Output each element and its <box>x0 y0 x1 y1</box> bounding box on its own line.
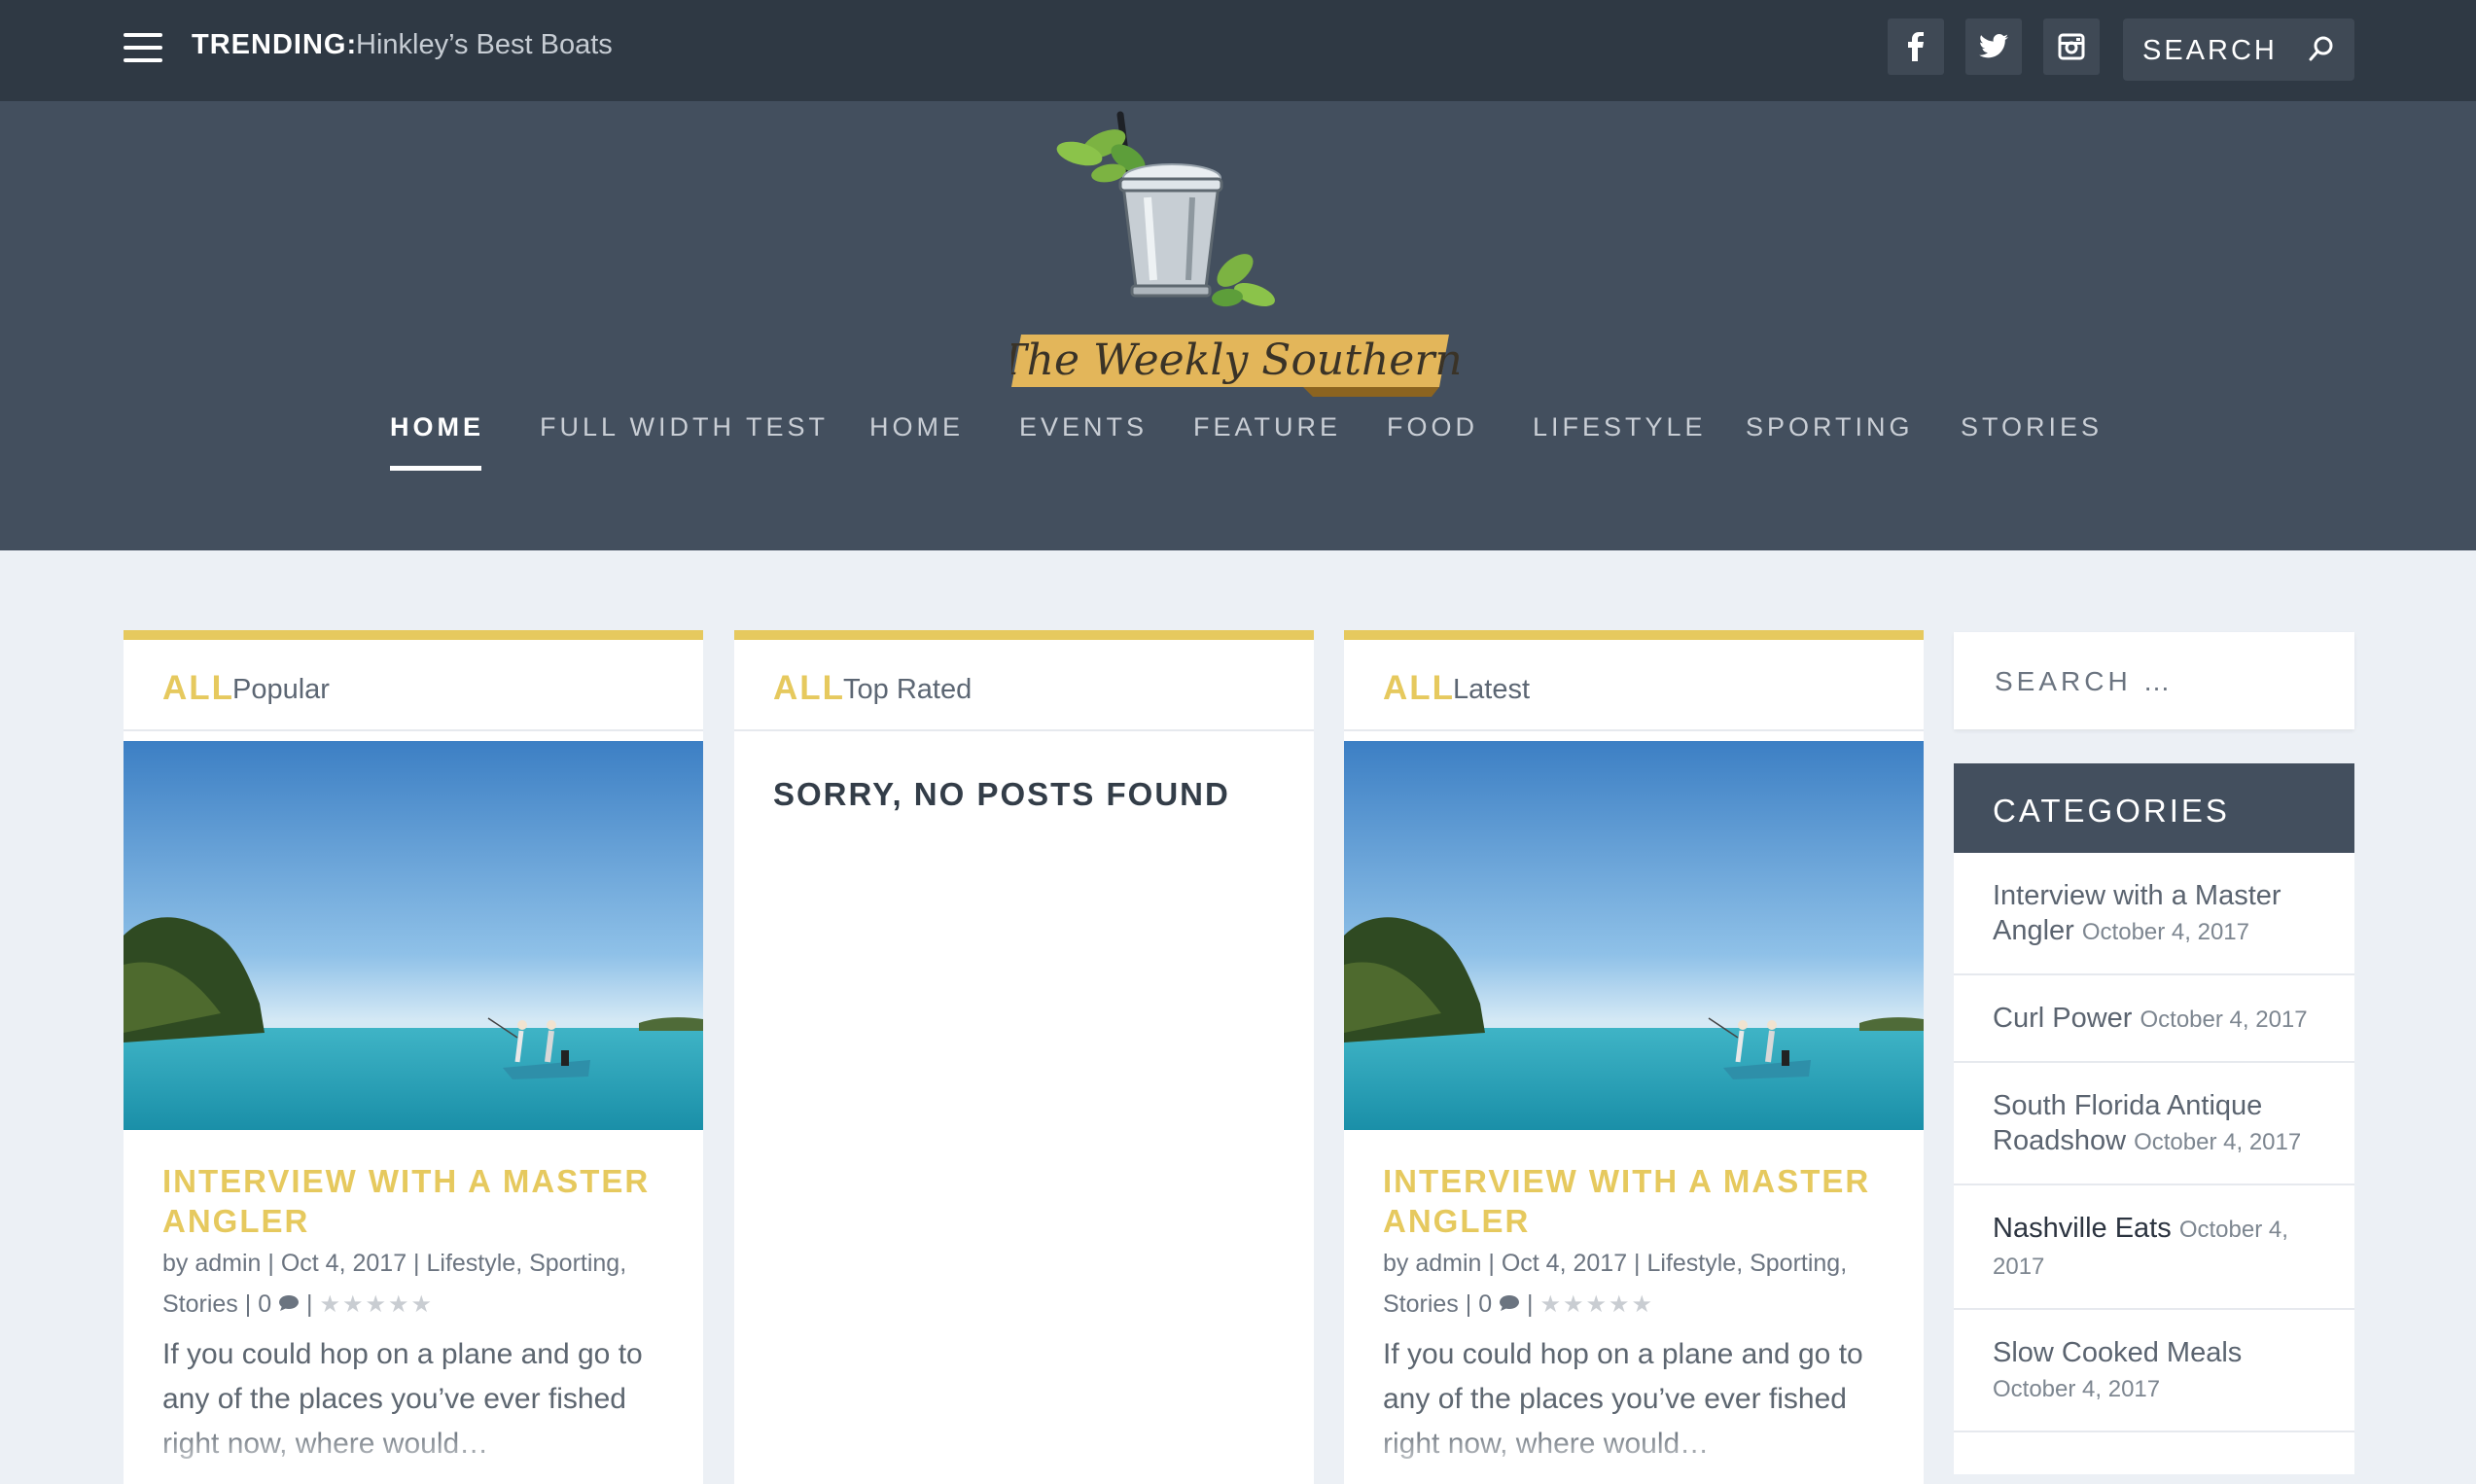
nav-active-indicator <box>390 466 481 471</box>
nav-item-food[interactable]: FOOD <box>1387 412 1478 442</box>
list-item-title[interactable]: Slow Cooked Meals <box>1993 1337 2242 1368</box>
list-item[interactable]: Interview with a Master Angler October 4… <box>1954 853 2354 975</box>
list-item-date: October 4, 2017 <box>2134 1129 2302 1155</box>
card-all-label[interactable]: ALL <box>1383 669 1455 708</box>
trending-link[interactable]: Hinkley’s Best Boats <box>356 29 613 61</box>
list-item-date: October 4, 2017 <box>1993 1376 2161 1402</box>
comment-icon <box>278 1290 306 1318</box>
nav-item-feature[interactable]: FEATURE <box>1193 412 1341 442</box>
top-rated-posts-card: ALL Top Rated SORRY, NO POSTS FOUND <box>734 630 1314 1484</box>
trending-label: TRENDING: <box>192 29 358 60</box>
list-item[interactable]: Curl Power October 4, 2017 <box>1954 975 2354 1063</box>
latest-posts-card: ALL Latest INTERVIEW WITH A MASTER ANGLE… <box>1344 630 1924 1484</box>
card-header: ALL Latest <box>1344 640 1924 731</box>
list-item-title[interactable]: Curl Power <box>1993 1003 2132 1034</box>
meta-comments[interactable]: 0 <box>258 1290 271 1318</box>
post-meta: by admin | Oct 4, 2017 | Lifestyle, Spor… <box>162 1250 627 1318</box>
main-navigation: HOME FULL WIDTH TEST HOME EVENTS FEATURE… <box>0 412 2476 471</box>
list-item[interactable]: Slow Cooked Meals October 4, 2017 <box>1954 1310 2354 1432</box>
nav-item-home-2[interactable]: HOME <box>869 412 964 442</box>
card-header: ALL Popular <box>124 640 703 731</box>
card-subtitle: Top Rated <box>843 674 973 705</box>
nav-item-stories[interactable]: STORIES <box>1961 412 2103 442</box>
sidebar-search <box>1954 632 2354 731</box>
categories-header: CATEGORIES <box>1954 763 2354 853</box>
sidebar-search-input[interactable] <box>1993 632 2327 731</box>
top-search-box <box>2123 18 2354 83</box>
post-title[interactable]: INTERVIEW WITH A MASTER ANGLER <box>162 1161 668 1241</box>
nav-item-events[interactable]: EVENTS <box>1019 412 1148 442</box>
meta-author[interactable]: admin <box>1415 1250 1481 1277</box>
card-all-label[interactable]: ALL <box>773 669 845 708</box>
rating-stars: ★★★★★ <box>1539 1291 1655 1318</box>
list-item[interactable]: South Florida Antique Roadshow October 4… <box>1954 1063 2354 1185</box>
nav-item-full-width-test[interactable]: FULL WIDTH TEST <box>540 412 829 442</box>
card-subtitle: Latest <box>1453 674 1530 705</box>
search-icon[interactable] <box>2308 35 2335 67</box>
meta-date: Oct 4, 2017 <box>1501 1250 1628 1277</box>
card-all-label[interactable]: ALL <box>162 669 234 708</box>
meta-date: Oct 4, 2017 <box>280 1250 407 1277</box>
list-item[interactable]: Nashville Eats October 4, 2017 <box>1954 1185 2354 1310</box>
top-search-input[interactable] <box>2140 18 2300 83</box>
hamburger-menu-icon[interactable] <box>124 33 162 62</box>
card-subtitle: Popular <box>232 674 330 705</box>
list-item-title[interactable]: Nashville Eats <box>1993 1213 2172 1244</box>
nav-item-lifestyle[interactable]: LIFESTYLE <box>1533 412 1707 442</box>
post-featured-image[interactable] <box>124 741 703 1130</box>
post-title[interactable]: INTERVIEW WITH A MASTER ANGLER <box>1383 1161 1889 1241</box>
post-meta: by admin | Oct 4, 2017 | Lifestyle, Spor… <box>1383 1250 1848 1318</box>
meta-by: by <box>162 1250 189 1277</box>
card-header: ALL Top Rated <box>734 640 1314 731</box>
meta-comments[interactable]: 0 <box>1478 1290 1492 1318</box>
rating-stars: ★★★★★ <box>319 1291 435 1318</box>
nav-item-home[interactable]: HOME <box>390 412 484 442</box>
categories-widget: CATEGORIES Interview with a Master Angle… <box>1954 763 2354 1474</box>
nav-item-sporting[interactable]: SPORTING <box>1746 412 1914 442</box>
logo-text: The Weekly Southern <box>1011 336 1459 385</box>
site-logo[interactable]: The Weekly Southern <box>998 105 1463 397</box>
instagram-icon[interactable] <box>2043 18 2100 75</box>
meta-by: by <box>1383 1250 1409 1277</box>
post-featured-image[interactable] <box>1344 741 1924 1130</box>
meta-author[interactable]: admin <box>195 1250 261 1277</box>
comment-icon <box>1499 1290 1527 1318</box>
twitter-icon[interactable] <box>1965 18 2022 75</box>
no-posts-message: SORRY, NO POSTS FOUND <box>773 776 1230 812</box>
popular-posts-card: ALL Popular INTERVIEW WITH A MASTER ANGL… <box>124 630 703 1484</box>
top-bar: TRENDING: Hinkley’s Best Boats <box>0 0 2476 101</box>
facebook-icon[interactable] <box>1888 18 1944 75</box>
list-item-date: October 4, 2017 <box>2081 919 2250 945</box>
list-item-date: October 4, 2017 <box>2140 1007 2308 1033</box>
categories-title: CATEGORIES <box>1993 793 2230 829</box>
